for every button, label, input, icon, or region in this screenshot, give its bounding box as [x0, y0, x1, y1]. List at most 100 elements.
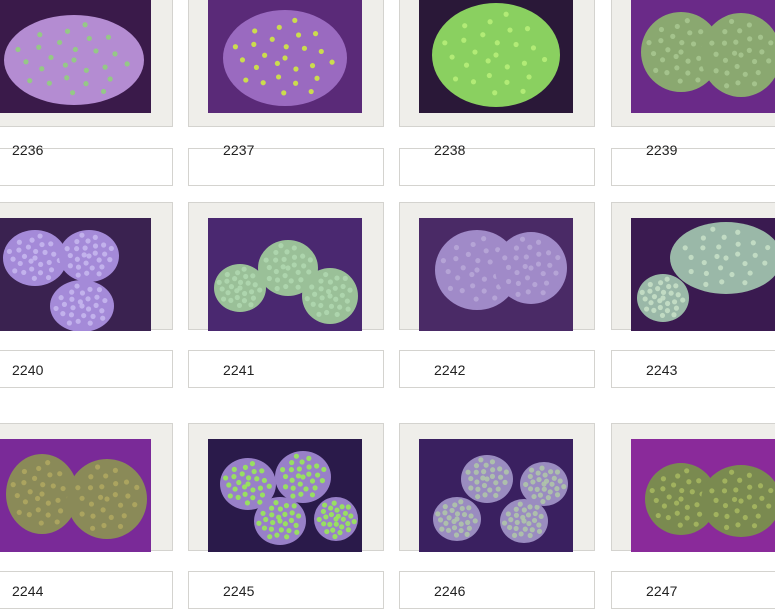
- polyp-tip: [334, 311, 340, 318]
- polyp-tip: [696, 511, 703, 517]
- polyp-tip: [677, 78, 683, 84]
- polyp-tip: [75, 272, 81, 278]
- product-card[interactable]: 2247: [611, 423, 775, 610]
- coral-photo[interactable]: [0, 439, 151, 552]
- polyp-tip: [307, 257, 313, 263]
- polyp-tip: [731, 50, 738, 56]
- polyp-tip: [87, 485, 94, 491]
- product-card[interactable]: 2236: [0, 0, 173, 206]
- product-card[interactable]: 2240: [0, 202, 173, 408]
- product-card[interactable]: 2241: [188, 202, 384, 408]
- polyp-tip: [6, 248, 13, 255]
- coral-photo[interactable]: [419, 0, 573, 113]
- polyp-tip: [461, 37, 467, 43]
- polyp-tip: [27, 489, 33, 495]
- polyp-tip: [27, 78, 33, 84]
- polyp-tip: [252, 28, 258, 34]
- polyp-tip: [293, 453, 300, 459]
- product-label[interactable]: 2245: [223, 583, 255, 599]
- polyp-tip: [486, 72, 492, 79]
- polyp-tip: [469, 271, 475, 278]
- polyp-tip: [561, 484, 567, 490]
- product-label[interactable]: 2246: [434, 583, 466, 599]
- polyp-tip: [529, 527, 535, 533]
- coral-photo[interactable]: [208, 0, 362, 113]
- product-label[interactable]: 2237: [223, 142, 255, 158]
- polyp-tip: [664, 276, 670, 282]
- polyp-tip: [746, 47, 752, 53]
- polyp-tip: [112, 492, 118, 498]
- polyp-tip: [700, 245, 706, 251]
- polyp-tip: [297, 481, 303, 487]
- product-card[interactable]: 2238: [399, 0, 595, 206]
- polyp-tip: [47, 472, 53, 478]
- product-label[interactable]: 2243: [646, 362, 678, 378]
- product-card[interactable]: 2242: [399, 202, 595, 408]
- product-card[interactable]: 2246: [399, 423, 595, 610]
- polyp-tip: [84, 270, 90, 276]
- polyp-tip: [547, 489, 553, 495]
- polyp-tip: [10, 482, 16, 488]
- polyp-tip: [515, 280, 522, 287]
- polyp-tip: [687, 30, 693, 36]
- polyp-tip: [506, 278, 512, 285]
- polyp-tip: [660, 476, 667, 482]
- product-label[interactable]: 2240: [12, 362, 44, 378]
- polyp-tip: [487, 487, 493, 493]
- polyp-tip: [713, 68, 719, 74]
- caption-box: [611, 148, 775, 186]
- polyp-tip: [331, 500, 337, 506]
- polyp-tip: [319, 478, 326, 484]
- product-card[interactable]: 2237: [188, 0, 384, 206]
- product-card[interactable]: 2245: [188, 423, 384, 610]
- coral-photo[interactable]: [631, 439, 775, 552]
- polyp-tip: [723, 83, 730, 89]
- polyp-tip: [709, 488, 715, 494]
- product-card[interactable]: 2239: [611, 0, 775, 206]
- polyp-tip: [87, 286, 93, 292]
- polyp-tip: [554, 469, 561, 475]
- polyp-tip: [257, 485, 264, 491]
- polyp-tip: [722, 478, 728, 484]
- polyp-tip: [290, 493, 296, 499]
- polyp-tip: [526, 520, 532, 527]
- polyp-tip: [696, 478, 702, 484]
- polyp-tip: [723, 255, 729, 261]
- coral-photo[interactable]: [0, 0, 151, 113]
- product-label[interactable]: 2244: [12, 583, 44, 599]
- coral-photo[interactable]: [208, 218, 362, 331]
- polyp-tip: [251, 468, 257, 475]
- polyp-tip: [534, 486, 540, 492]
- coral-photo[interactable]: [419, 439, 573, 552]
- polyp-tip: [251, 41, 257, 47]
- polyp-tip: [716, 244, 722, 250]
- coral-photo[interactable]: [631, 0, 775, 113]
- product-card[interactable]: 2243: [611, 202, 775, 408]
- product-label[interactable]: 2238: [434, 142, 466, 158]
- coral-photo[interactable]: [631, 218, 775, 331]
- polyp-tip: [295, 513, 302, 519]
- polyp-tip: [309, 284, 315, 290]
- polyp-tip: [315, 472, 321, 478]
- product-card[interactable]: 2244: [0, 423, 173, 610]
- coral-photo[interactable]: [208, 439, 362, 552]
- polyp-tip: [665, 47, 671, 53]
- polyp-tip: [724, 513, 730, 520]
- polyp-tip: [470, 241, 476, 248]
- polyp-tip: [345, 504, 351, 510]
- polyp-tip: [216, 279, 222, 285]
- polyp-tip: [549, 481, 555, 487]
- polyp-tip: [347, 287, 353, 293]
- product-label[interactable]: 2241: [223, 362, 255, 378]
- coral-photo[interactable]: [419, 218, 573, 331]
- coral-photo[interactable]: [0, 218, 151, 331]
- polyp-tip: [16, 509, 22, 516]
- polyp-tip: [235, 494, 241, 500]
- product-label[interactable]: 2239: [646, 142, 678, 158]
- product-label[interactable]: 2236: [12, 142, 44, 158]
- product-label[interactable]: 2242: [434, 362, 466, 378]
- polyp-tip: [480, 32, 486, 38]
- polyp-tip: [742, 280, 748, 286]
- polyp-tip: [485, 58, 491, 64]
- product-label[interactable]: 2247: [646, 583, 678, 599]
